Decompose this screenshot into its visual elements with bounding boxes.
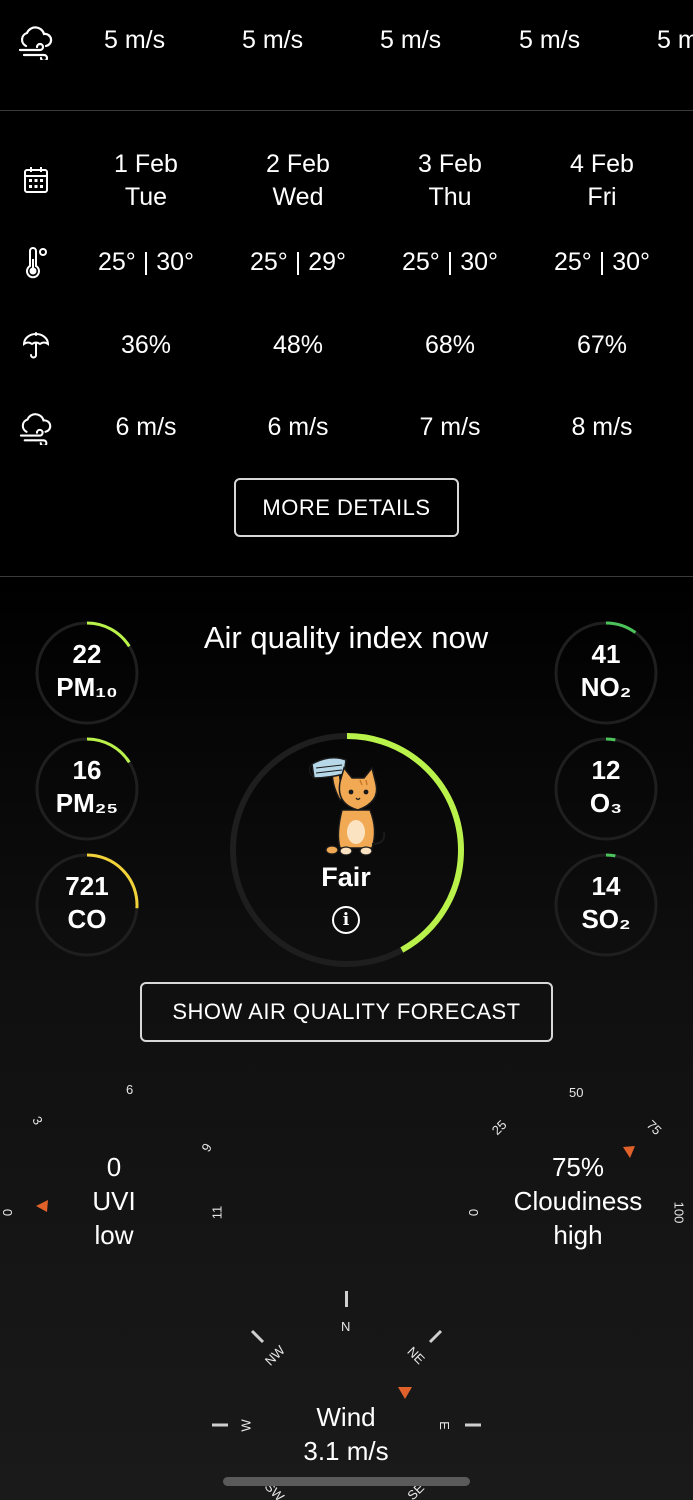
pollutant-value: 41 bbox=[591, 639, 621, 669]
aqi-title: Air quality index now bbox=[203, 620, 489, 655]
day-precip: 68% bbox=[424, 331, 476, 359]
wind-speed: 3.1 m/s bbox=[303, 1436, 389, 1466]
day-wind: 8 m/s bbox=[571, 413, 633, 441]
hourly-wind-value: 5 m/s bbox=[519, 26, 581, 54]
pollutant-label: SO₂ bbox=[581, 904, 631, 934]
day-date: 2 Feb bbox=[266, 150, 330, 178]
uvi-tick: 11 bbox=[209, 1205, 225, 1220]
pollutant-co[interactable]: 721 CO bbox=[35, 853, 139, 957]
pollutant-label: CO bbox=[67, 904, 107, 934]
home-indicator[interactable] bbox=[223, 1477, 470, 1486]
pollutant-so2[interactable]: 14 SO₂ bbox=[554, 853, 658, 957]
day-wind: 7 m/s bbox=[419, 413, 481, 441]
hourly-wind-value: 5 m/s bbox=[104, 26, 166, 54]
cloudiness-level: high bbox=[553, 1220, 603, 1250]
day-wind: 6 m/s bbox=[267, 413, 329, 441]
hourly-wind-value: 5 m/s bbox=[242, 26, 304, 54]
cloudiness-value: 75% bbox=[551, 1152, 605, 1182]
show-air-quality-forecast-button[interactable]: SHOW AIR QUALITY FORECAST bbox=[140, 982, 553, 1042]
wind-direction-marker-icon bbox=[398, 1387, 412, 1399]
uvi-tick: 0 bbox=[0, 1208, 16, 1217]
day-wind: 6 m/s bbox=[115, 413, 177, 441]
wind-cloud-icon bbox=[16, 408, 56, 448]
uvi-label: UVI bbox=[92, 1186, 136, 1216]
day-date: 4 Feb bbox=[570, 150, 634, 178]
more-details-button[interactable]: MORE DETAILS bbox=[234, 478, 459, 537]
pollutant-no2[interactable]: 41 NO₂ bbox=[554, 621, 658, 725]
cat-mascot-icon bbox=[308, 757, 386, 856]
day-date: 1 Feb bbox=[114, 150, 178, 178]
aqi-status: Fair bbox=[321, 862, 371, 892]
cloudiness-tick: 50 bbox=[569, 1085, 584, 1100]
day-precip: 36% bbox=[120, 331, 172, 359]
uvi-marker-icon bbox=[36, 1200, 48, 1212]
cloudiness-tick: 100 bbox=[671, 1201, 687, 1224]
pollutant-label: NO₂ bbox=[580, 672, 632, 702]
day-weekday: Fri bbox=[587, 183, 617, 211]
day-weekday: Thu bbox=[428, 183, 472, 211]
day-precip: 67% bbox=[576, 331, 628, 359]
wind-cloud-icon bbox=[16, 24, 56, 63]
day-temp-range: 25° | 30° bbox=[554, 248, 650, 276]
pollutant-value: 721 bbox=[65, 871, 109, 901]
uvi-level: low bbox=[94, 1220, 134, 1250]
pollutant-value: 12 bbox=[591, 755, 621, 785]
pollutant-label: PM₂₅ bbox=[55, 788, 119, 818]
pollutant-value: 22 bbox=[72, 639, 102, 669]
thermometer-icon bbox=[16, 243, 56, 283]
pollutant-pm25[interactable]: 16 PM₂₅ bbox=[35, 737, 139, 841]
uvi-value: 0 bbox=[106, 1152, 122, 1182]
pollutant-label: O₃ bbox=[589, 788, 623, 818]
hourly-wind-value: 5 m/s bbox=[657, 26, 693, 54]
wind-label: Wind bbox=[316, 1402, 376, 1432]
day-date: 3 Feb bbox=[418, 150, 482, 178]
day-precip: 48% bbox=[272, 331, 324, 359]
pollutant-pm10[interactable]: 22 PM₁₀ bbox=[35, 621, 139, 725]
day-temp-range: 25° | 30° bbox=[402, 248, 498, 276]
pollutant-label: PM₁₀ bbox=[56, 672, 118, 702]
day-temp-range: 25° | 29° bbox=[250, 248, 346, 276]
pollutant-value: 16 bbox=[72, 755, 102, 785]
calendar-icon bbox=[16, 160, 56, 200]
compass-n-label: N bbox=[341, 1319, 351, 1334]
pollutant-value: 14 bbox=[591, 871, 621, 901]
pollutant-o3[interactable]: 12 O₃ bbox=[554, 737, 658, 841]
info-icon[interactable]: i bbox=[332, 906, 360, 934]
cloudiness-label: Cloudiness bbox=[513, 1186, 643, 1216]
day-weekday: Wed bbox=[272, 183, 324, 211]
uvi-tick: 6 bbox=[126, 1082, 134, 1097]
hourly-wind-value: 5 m/s bbox=[380, 26, 442, 54]
day-weekday: Tue bbox=[124, 183, 168, 211]
day-temp-range: 25° | 30° bbox=[98, 248, 194, 276]
hourly-wind-row[interactable]: 5 m/s 5 m/s 5 m/s 5 m/s 5 m/s bbox=[0, 0, 693, 110]
cloudiness-tick: 0 bbox=[466, 1208, 482, 1217]
umbrella-icon bbox=[16, 326, 56, 366]
section-divider bbox=[0, 110, 693, 111]
